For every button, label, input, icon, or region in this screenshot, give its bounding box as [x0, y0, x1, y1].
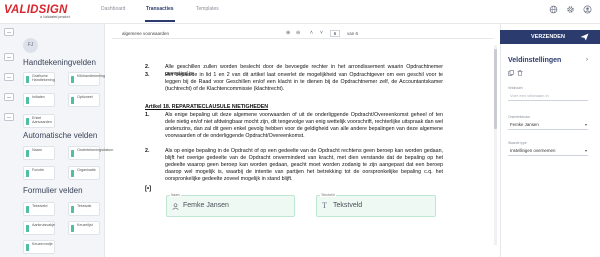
document-toolbar: algemene voorwaarden ⊕ ⊖ ˄ ˅ 6 van 6: [112, 28, 494, 39]
field-name-placeholder: Voer een veldnaam in: [510, 93, 549, 98]
field-function[interactable]: Functie: [23, 166, 55, 180]
active-tab-indicator: [145, 20, 175, 22]
field-optional[interactable]: Optioneel: [68, 93, 100, 107]
nav-templates[interactable]: Templates: [196, 6, 219, 12]
value-type-select[interactable]: Instellingen overnemen ▾: [508, 145, 588, 156]
nav-transactions[interactable]: Transacties: [146, 6, 174, 12]
paragraph-text: Het bepaalde in lid 1 en 2 van dit artik…: [165, 72, 443, 92]
attachments-tool-icon[interactable]: [4, 113, 14, 121]
paper-plane-icon: [580, 33, 589, 41]
field-signing-date[interactable]: Ondertekeningsdatum: [68, 146, 113, 160]
document-scrollbar[interactable]: [494, 45, 497, 245]
field-radio[interactable]: Keuzerondje: [23, 240, 55, 254]
gear-icon[interactable]: [566, 5, 575, 14]
value-type-value: Instellingen overnemen: [510, 148, 556, 153]
pages-tool-icon[interactable]: [4, 73, 14, 81]
field-checkbox[interactable]: Aankruisvakje: [23, 221, 55, 235]
avatar[interactable]: FJ: [23, 38, 38, 53]
top-bar: VALIDSIGN a Validated product Dashboard …: [0, 0, 600, 24]
chevron-down-icon[interactable]: ˅: [320, 30, 323, 36]
paragraph-number: 2.: [145, 64, 150, 70]
document-tool-icon[interactable]: [4, 53, 14, 61]
pointer-tool-icon[interactable]: [4, 28, 14, 36]
logo-tagline: a Validated product: [40, 15, 71, 19]
zoom-out-icon[interactable]: ⊖: [296, 30, 300, 36]
field-textfield[interactable]: Tekstveld: [23, 202, 55, 216]
page-input[interactable]: 6: [330, 30, 340, 37]
user-account-icon[interactable]: [583, 5, 592, 14]
section-title-signature-fields: Handtekeningvelden: [23, 58, 96, 67]
field-textarea[interactable]: Tekstvak: [68, 202, 100, 216]
paragraph-number: 2.: [145, 148, 150, 154]
signer-value: Femke Jansen: [510, 122, 539, 127]
placed-field-caption: Tekstveld: [320, 193, 336, 197]
placed-field-value: Femke Jansen: [183, 202, 229, 209]
placed-field-caption: Naam: [170, 193, 181, 197]
signer-select[interactable]: Femke Jansen ▾: [508, 119, 588, 130]
trash-icon[interactable]: [517, 70, 523, 76]
field-settings-title: Veldinstellingen: [508, 57, 562, 64]
document-name: algemene voorwaarden: [122, 31, 170, 36]
chevron-right-icon[interactable]: ›: [586, 57, 588, 63]
chevron-down-icon: ▾: [584, 148, 587, 153]
paragraph-number: 1.: [145, 112, 150, 118]
section-title-automatic-fields: Automatische velden: [23, 131, 98, 140]
paragraph-number: 3.: [145, 72, 150, 78]
field-name-input[interactable]: Voer een veldnaam in: [508, 90, 588, 101]
placed-field-value: Tekstveld: [333, 202, 363, 209]
field-click-signature[interactable]: Klikhandtekening: [68, 72, 105, 86]
placed-name-field[interactable]: Naam Femke Jansen: [166, 193, 295, 217]
field-graphic-signature[interactable]: Grafische Handtekening: [23, 72, 55, 86]
zoom-in-icon[interactable]: ⊕: [286, 30, 290, 36]
send-button-label: VERZENDEN: [531, 34, 565, 40]
field-name[interactable]: Naam: [23, 146, 55, 160]
section-title-form-fields: Formulier velden: [23, 186, 83, 195]
field-organisation[interactable]: Organisatie: [68, 166, 100, 180]
chevron-down-icon: ▾: [584, 122, 587, 127]
field-dropdown[interactable]: Keuzelijst: [68, 221, 100, 235]
scrollbar-thumb[interactable]: [494, 49, 497, 129]
nav-dashboard[interactable]: Dashboard: [101, 6, 125, 12]
paragraph-text: Als op enige bepaling in de Opdracht of …: [165, 148, 443, 182]
send-button[interactable]: VERZENDEN: [500, 30, 600, 44]
chevron-up-icon[interactable]: ˄: [310, 30, 313, 36]
recipients-tool-icon[interactable]: [4, 93, 14, 101]
copy-icon[interactable]: [508, 70, 514, 76]
bracket-marker: [•]: [145, 186, 152, 192]
globe-icon[interactable]: [549, 5, 558, 14]
page-total: van 6: [347, 31, 359, 36]
article-heading: Artikel 18. REPARATIECLAUSULE NIETIGHEDE…: [145, 104, 269, 110]
person-icon: [172, 203, 179, 210]
field-initials[interactable]: Initialen: [23, 93, 55, 107]
field-accept-only[interactable]: Enkel Aanvaarden: [23, 114, 55, 128]
text-icon: T: [322, 201, 327, 210]
paragraph-text: Als enige bepaling uit deze algemene voo…: [165, 112, 443, 139]
placed-text-field[interactable]: Tekstveld T Tekstveld: [316, 193, 436, 217]
